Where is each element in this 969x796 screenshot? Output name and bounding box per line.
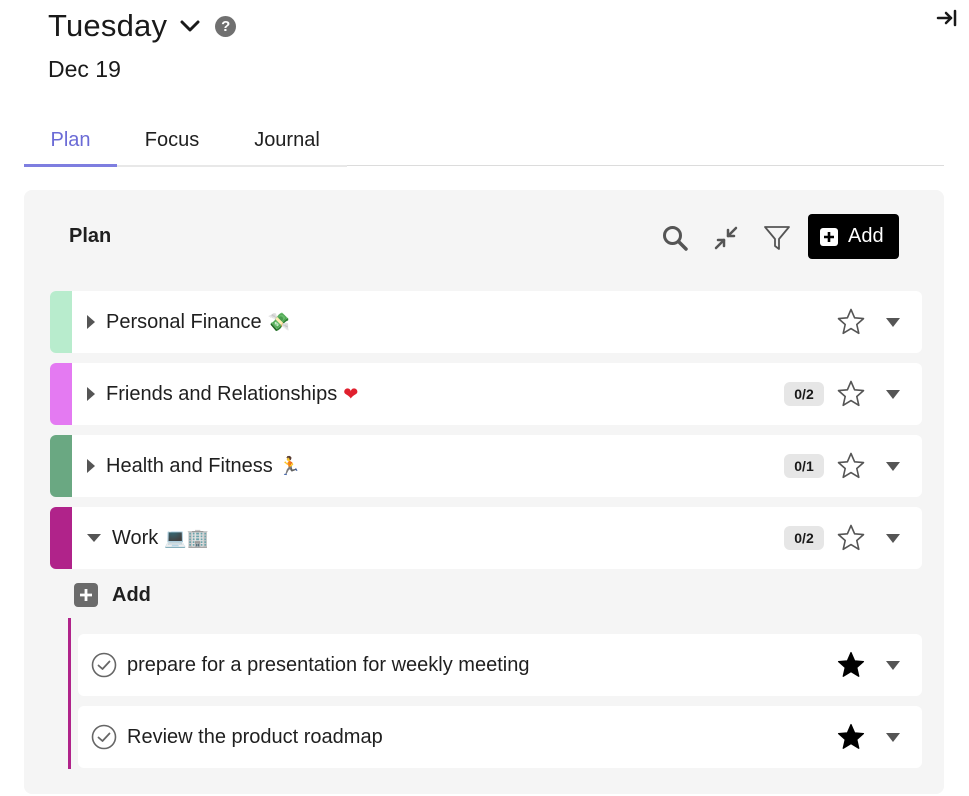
category-health-fitness[interactable]: Health and Fitness 🏃 0/1 [50,435,922,497]
dropdown-caret-icon[interactable] [886,661,900,670]
collapse-sidebar-icon[interactable] [935,8,959,28]
add-task-label: Add [112,583,151,606]
star-filled-icon[interactable] [836,722,866,752]
dropdown-caret-icon[interactable] [886,318,900,327]
dropdown-caret-icon[interactable] [886,390,900,399]
task-item[interactable]: prepare for a presentation for weekly me… [78,634,922,696]
tab-focus[interactable]: Focus [117,114,227,167]
star-outline-icon[interactable] [836,451,866,481]
plan-panel: Plan Add Personal Finance 💸 Friends and … [24,190,944,794]
check-circle-icon[interactable] [91,652,117,678]
add-button-label: Add [848,225,884,247]
compress-icon[interactable] [708,220,744,256]
category-label: Work [112,526,159,549]
heart-icon: ❤ [343,383,359,405]
daily-planner-page: Tuesday ? Dec 19 Plan Focus Journal Plan [0,0,969,796]
work-task-group-line [68,618,71,769]
day-title[interactable]: Tuesday [48,8,167,44]
dropdown-caret-icon[interactable] [886,462,900,471]
category-color-strip [50,507,72,569]
dropdown-caret-icon[interactable] [886,534,900,543]
help-icon[interactable]: ? [215,15,237,37]
progress-badge: 0/2 [784,526,824,550]
task-label[interactable]: prepare for a presentation for weekly me… [127,654,529,677]
plus-icon [820,227,838,246]
category-color-strip [50,363,72,425]
category-label: Health and Fitness [106,454,273,477]
day-header: Tuesday ? Dec 19 [48,6,237,83]
tab-journal[interactable]: Journal [227,114,347,167]
caret-right-icon[interactable] [76,314,106,330]
date-subtitle: Dec 19 [48,56,121,82]
caret-right-icon[interactable] [76,386,106,402]
caret-down-icon[interactable] [76,533,112,543]
category-color-strip [50,291,72,353]
search-icon[interactable] [657,220,693,256]
check-circle-icon[interactable] [91,724,117,750]
add-task-button[interactable]: Add [74,583,151,607]
category-label: Personal Finance [106,310,262,333]
tab-plan[interactable]: Plan [24,114,117,167]
task-label[interactable]: Review the product roadmap [127,726,383,749]
panel-title: Plan [69,225,112,247]
money-wings-icon: 💸 [267,311,291,333]
star-outline-icon[interactable] [836,379,866,409]
progress-badge: 0/2 [784,382,824,406]
star-outline-icon[interactable] [836,307,866,337]
star-filled-icon[interactable] [836,650,866,680]
runner-icon: 🏃 [278,455,302,477]
chevron-down-icon[interactable] [179,15,201,37]
laptop-office-icon: 💻🏢 [164,527,210,549]
category-personal-finance[interactable]: Personal Finance 💸 [50,291,922,353]
category-label: Friends and Relationships [106,382,338,405]
day-row: Tuesday ? [48,6,237,46]
category-friends-relationships[interactable]: Friends and Relationships ❤ 0/2 [50,363,922,425]
dropdown-caret-icon[interactable] [886,733,900,742]
category-color-strip [50,435,72,497]
star-outline-icon[interactable] [836,523,866,553]
category-work[interactable]: Work 💻🏢 0/2 [50,507,922,569]
plus-square-icon [74,583,98,607]
task-item[interactable]: Review the product roadmap [78,706,922,768]
progress-badge: 0/1 [784,454,824,478]
add-button[interactable]: Add [808,214,899,259]
view-tabs: Plan Focus Journal [24,114,944,167]
filter-icon[interactable] [759,220,795,256]
caret-right-icon[interactable] [76,458,106,474]
